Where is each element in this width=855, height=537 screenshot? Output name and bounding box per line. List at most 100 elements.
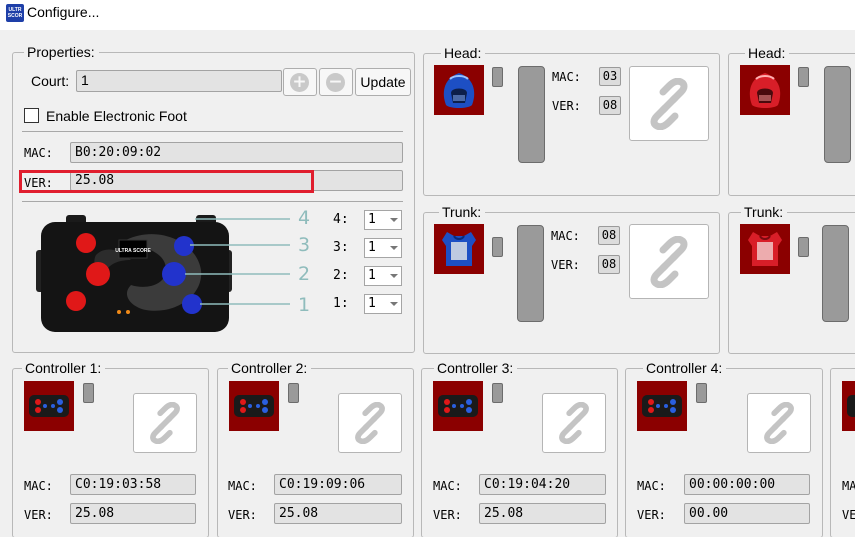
controller-1-battery-indicator xyxy=(83,383,94,403)
port-callout-4: 4 xyxy=(298,207,311,229)
minus-icon: − xyxy=(326,73,345,92)
head-1-pair-button[interactable] xyxy=(629,66,709,141)
port-2-value: 1 xyxy=(368,268,376,283)
controller-2-ver-label: VER: xyxy=(228,508,257,522)
head-1-mac-value: 03 xyxy=(599,67,621,86)
trunk-2-image xyxy=(740,224,790,274)
callout-lines xyxy=(180,212,300,312)
controller-5-image xyxy=(842,381,855,431)
trunk-1-pair-button[interactable] xyxy=(629,224,709,299)
controller-2-battery-indicator xyxy=(288,383,299,403)
update-button[interactable]: Update xyxy=(355,68,411,96)
controller-3-image xyxy=(433,381,483,431)
controller-1-pair-button[interactable] xyxy=(133,393,197,453)
port-callout-1: 1 xyxy=(298,294,311,316)
port-4-label: 4: xyxy=(333,212,349,227)
court-plus-button[interactable]: + xyxy=(283,68,317,96)
trunk-1-battery-bar xyxy=(517,225,544,322)
port-callout-2: 2 xyxy=(298,263,311,285)
head-1-label: Head: xyxy=(441,45,486,61)
ver-highlight xyxy=(19,170,314,193)
port-1-value: 1 xyxy=(368,296,376,311)
port-1-label: 1: xyxy=(333,296,349,311)
head-1-ver-label: VER: xyxy=(552,99,581,113)
port-3-value: 1 xyxy=(368,240,376,255)
device-brand-text: ULTRA SCORE xyxy=(115,248,151,254)
trunk-1-ver-value: 08 xyxy=(598,255,620,274)
controller-1-label: Controller 1: xyxy=(22,360,106,376)
controller-4-mac-field: 00:00:00:00 xyxy=(684,474,810,495)
mac-field: B0:20:09:02 xyxy=(70,142,403,163)
properties-label: Properties: xyxy=(24,44,99,60)
separator xyxy=(22,131,403,132)
chevron-down-icon xyxy=(390,274,398,278)
controller-2-pair-button[interactable] xyxy=(338,393,402,453)
trunk-2-label: Trunk: xyxy=(741,204,788,220)
controller-2-label: Controller 2: xyxy=(228,360,312,376)
link-icon xyxy=(150,402,180,444)
link-icon xyxy=(650,77,688,130)
head-1-battery-indicator xyxy=(492,67,503,87)
controller-4-ver-label: VER: xyxy=(637,508,666,522)
trunk-1-ver-label: VER: xyxy=(551,258,580,272)
controller-3-mac-field: C0:19:04:20 xyxy=(479,474,606,495)
link-icon xyxy=(559,402,589,444)
link-icon xyxy=(355,402,385,444)
trunk-2-battery-bar xyxy=(822,225,849,322)
controller-5-mac-label: MAC xyxy=(842,479,855,493)
controller-2-image xyxy=(229,381,279,431)
controller-2-mac-field: C0:19:09:06 xyxy=(274,474,402,495)
port-callout-3: 3 xyxy=(298,234,311,256)
port-3-label: 3: xyxy=(333,240,349,255)
controller-3-pair-button[interactable] xyxy=(542,393,606,453)
trunk-1-mac-value: 08 xyxy=(598,226,620,245)
window-title: Configure... xyxy=(27,4,100,20)
court-minus-button[interactable]: − xyxy=(319,68,353,96)
controller-2-ver-field: 25.08 xyxy=(274,503,402,524)
controller-3-mac-label: MAC: xyxy=(433,479,462,493)
controller-3-label: Controller 3: xyxy=(434,360,518,376)
port-2-select[interactable]: 1 xyxy=(364,266,402,286)
controller-1-mac-label: MAC: xyxy=(24,479,53,493)
head-2-label: Head: xyxy=(745,45,790,61)
link-icon xyxy=(764,402,794,444)
controller-5-ver-label: VER xyxy=(842,508,855,522)
trunk-1-image xyxy=(434,224,484,274)
mac-label: MAC: xyxy=(24,146,53,160)
port-1-select[interactable]: 1 xyxy=(364,294,402,314)
controller-1-ver-label: VER: xyxy=(24,508,53,522)
plus-icon: + xyxy=(290,73,309,92)
controller-3-ver-field: 25.08 xyxy=(479,503,606,524)
trunk-2-battery-indicator xyxy=(798,237,809,257)
head-1-ver-value: 08 xyxy=(599,96,621,115)
enable-foot-checkbox[interactable] xyxy=(24,108,39,123)
trunk-1-label: Trunk: xyxy=(439,204,486,220)
controller-4-label: Controller 4: xyxy=(643,360,727,376)
head-1-mac-label: MAC: xyxy=(552,70,581,84)
enable-foot-label: Enable Electronic Foot xyxy=(46,108,187,124)
chevron-down-icon xyxy=(390,302,398,306)
court-label: Court: xyxy=(31,73,70,89)
head-2-image xyxy=(740,65,790,115)
port-2-label: 2: xyxy=(333,268,349,283)
controller-4-image xyxy=(637,381,687,431)
head-1-image xyxy=(434,65,484,115)
controller-1-image xyxy=(24,381,74,431)
controller-4-pair-button[interactable] xyxy=(747,393,811,453)
controller-2-mac-label: MAC: xyxy=(228,479,257,493)
controller-1-ver-field: 25.08 xyxy=(70,503,196,524)
port-4-select[interactable]: 1 xyxy=(364,210,402,230)
head-2-battery-bar xyxy=(824,66,851,163)
controller-4-mac-label: MAC: xyxy=(637,479,666,493)
controller-4-ver-field: 00.00 xyxy=(684,503,810,524)
trunk-1-battery-indicator xyxy=(492,237,503,257)
title-bar: ULTR SCOR Configure... xyxy=(0,0,855,30)
head-2-battery-indicator xyxy=(798,67,809,87)
port-4-value: 1 xyxy=(368,212,376,227)
court-input[interactable]: 1 xyxy=(76,70,282,92)
controller-3-ver-label: VER: xyxy=(433,508,462,522)
app-icon: ULTR SCOR xyxy=(6,4,24,22)
port-3-select[interactable]: 1 xyxy=(364,238,402,258)
head-1-battery-bar xyxy=(518,66,545,163)
controller-4-battery-indicator xyxy=(696,383,707,403)
